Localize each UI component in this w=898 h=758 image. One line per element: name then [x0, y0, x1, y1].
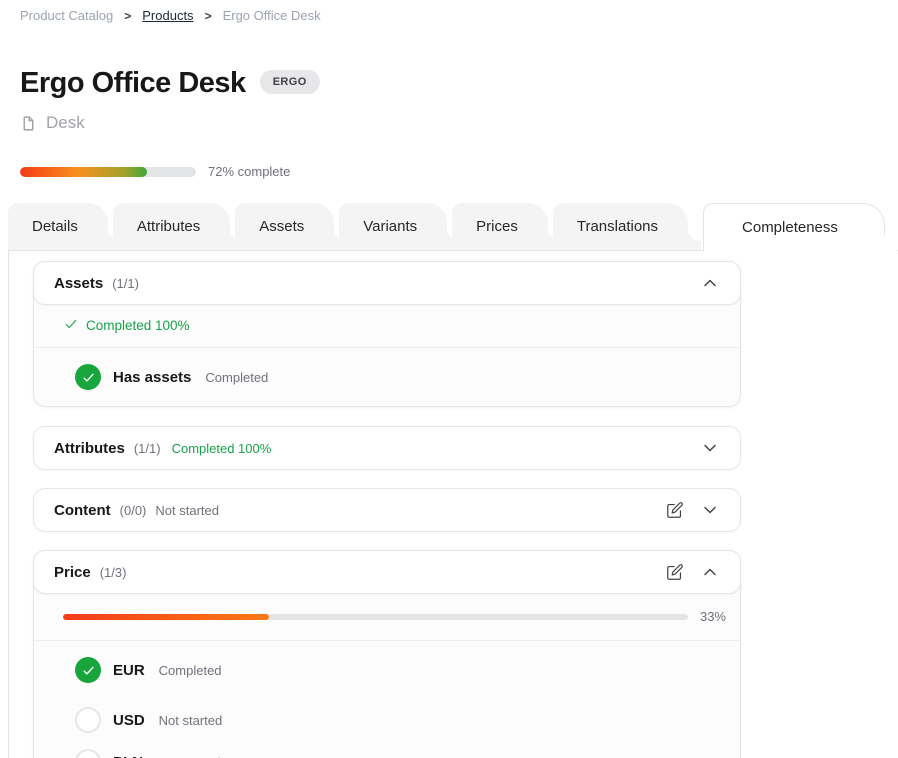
attributes-section-title: Attributes — [54, 440, 125, 457]
tab-assets[interactable]: Assets — [235, 203, 334, 250]
attributes-section-status: Completed 100% — [172, 441, 272, 456]
breadcrumb-current: Ergo Office Desk — [223, 8, 321, 23]
content-section-header[interactable]: Content (0/0) Not started — [33, 488, 741, 532]
completed-circle-icon — [75, 364, 101, 390]
price-item-status: Not started — [157, 755, 221, 758]
price-item-label: EUR — [113, 662, 145, 679]
category-label: Desk — [46, 113, 85, 133]
content-section-title: Content — [54, 502, 111, 519]
assets-item-status: Completed — [205, 370, 268, 385]
page-title: Ergo Office Desk — [20, 66, 246, 101]
price-item-status: Not started — [159, 713, 223, 728]
price-progress-row: 33% — [34, 593, 740, 641]
empty-circle-icon — [75, 749, 101, 758]
file-icon — [20, 115, 37, 132]
price-item-status: Completed — [159, 663, 222, 678]
assets-section-card: Assets (1/1) Completed 100% Has assets C… — [33, 261, 741, 407]
breadcrumb-separator: > — [205, 9, 212, 23]
completed-circle-icon — [75, 657, 101, 683]
sku-badge: ERGO — [260, 70, 320, 94]
check-icon — [64, 317, 78, 334]
price-item-label: USD — [113, 712, 145, 729]
content-section-status: Not started — [155, 503, 219, 518]
edit-icon[interactable] — [665, 563, 684, 582]
empty-circle-icon — [75, 707, 101, 733]
price-item-row: USD Not started — [34, 699, 740, 741]
category-row: Desk — [20, 113, 85, 133]
breadcrumb: Product Catalog > Products > Ergo Office… — [20, 8, 321, 23]
tab-translations[interactable]: Translations — [553, 203, 688, 250]
attributes-section-count: (1/1) — [134, 441, 161, 456]
assets-section-title: Assets — [54, 275, 103, 292]
edit-icon[interactable] — [665, 501, 684, 520]
price-item-label: PLN — [113, 754, 143, 758]
price-section-title: Price — [54, 564, 91, 581]
chevron-down-icon[interactable] — [700, 438, 720, 458]
assets-section-count: (1/1) — [112, 276, 139, 291]
tab-attributes[interactable]: Attributes — [113, 203, 230, 250]
breadcrumb-product-catalog[interactable]: Product Catalog — [20, 8, 113, 23]
chevron-down-icon[interactable] — [700, 500, 720, 520]
price-section-card: Price (1/3) 33% EUR — [33, 550, 741, 758]
assets-summary-label: Completed 100% — [86, 318, 190, 333]
tab-variants[interactable]: Variants — [339, 203, 447, 250]
content-section-count: (0/0) — [120, 503, 147, 518]
price-progress-label: 33% — [700, 609, 726, 624]
overall-progress-fill — [20, 167, 147, 177]
chevron-up-icon[interactable] — [700, 562, 720, 582]
overall-progress: 72% complete — [20, 164, 290, 179]
assets-summary-row: Completed 100% — [34, 304, 740, 348]
breadcrumb-separator: > — [124, 9, 131, 23]
price-item-row: PLN Not started — [34, 741, 740, 758]
price-item-row: EUR Completed — [34, 641, 740, 699]
chevron-up-icon[interactable] — [700, 273, 720, 293]
overall-progress-bar — [20, 167, 196, 177]
assets-item-row: Has assets Completed — [34, 348, 740, 406]
page-header: Ergo Office Desk ERGO — [20, 66, 320, 101]
tab-details[interactable]: Details — [8, 203, 108, 250]
attributes-section-header[interactable]: Attributes (1/1) Completed 100% — [33, 426, 741, 470]
price-section-count: (1/3) — [100, 565, 127, 580]
price-section-header[interactable]: Price (1/3) — [33, 550, 741, 594]
tab-prices[interactable]: Prices — [452, 203, 548, 250]
assets-section-header[interactable]: Assets (1/1) — [33, 261, 741, 305]
overall-progress-label: 72% complete — [208, 164, 290, 179]
price-progress-fill — [63, 614, 269, 620]
completeness-panel: Assets (1/1) Completed 100% Has assets C… — [8, 250, 898, 758]
price-progress-bar — [63, 614, 688, 620]
tab-completeness[interactable]: Completeness — [703, 203, 885, 251]
breadcrumb-products-link[interactable]: Products — [142, 8, 193, 23]
tab-bar: Details Attributes Assets Variants Price… — [8, 203, 885, 250]
assets-item-label: Has assets — [113, 369, 191, 386]
